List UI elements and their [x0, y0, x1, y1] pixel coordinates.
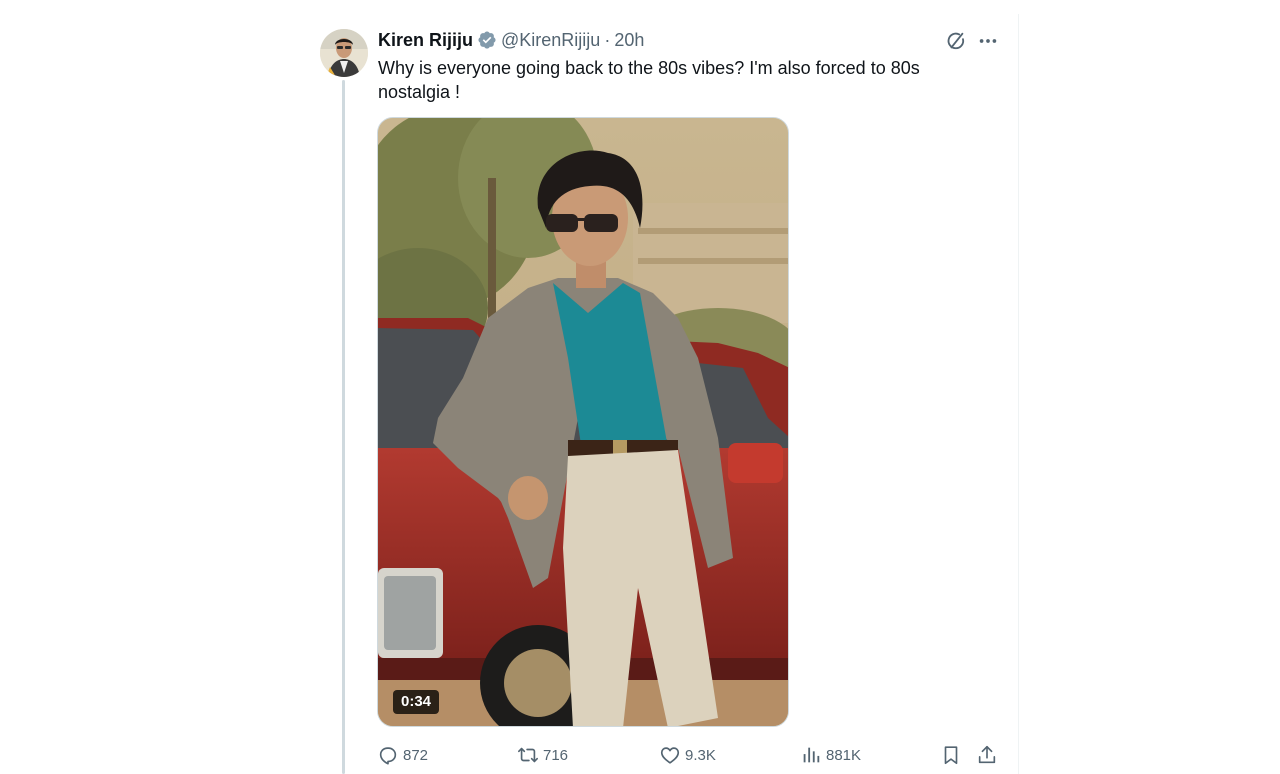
verified-badge-icon[interactable] [477, 30, 497, 50]
tweet-text: Why is everyone going back to the 80s vi… [378, 58, 920, 102]
bookmark-icon [944, 746, 958, 765]
avatar-photo [320, 29, 368, 77]
column-divider [1018, 14, 1019, 774]
video-thumbnail [378, 118, 788, 726]
like-button[interactable]: 9.3K [659, 740, 716, 770]
avatar[interactable] [320, 29, 368, 77]
video-duration: 0:34 [393, 690, 440, 714]
author-handle[interactable]: @KirenRijiju [501, 29, 600, 51]
tweet-actions: 872 716 9.3K 881K [377, 740, 1000, 770]
bookmark-button[interactable] [940, 740, 962, 770]
reply-button[interactable]: 872 [377, 740, 428, 770]
repost-icon [518, 747, 538, 763]
tweet-header: Kiren Rijiju @KirenRijiju · 20h [378, 29, 644, 51]
author-name[interactable]: Kiren Rijiju [378, 29, 473, 51]
reply-icon [379, 747, 397, 765]
separator-dot: · [604, 30, 611, 50]
reply-count: 872 [403, 746, 429, 764]
repost-count: 716 [543, 746, 569, 764]
thread-line [342, 80, 345, 774]
video-player[interactable]: 0:34 [377, 117, 789, 727]
more-icon[interactable] [976, 29, 1000, 53]
timestamp[interactable]: 20h [614, 29, 644, 51]
views-button[interactable]: 881K [800, 740, 861, 770]
like-count: 9.3K [685, 746, 716, 764]
like-icon [660, 747, 680, 764]
views-count: 881K [826, 746, 862, 764]
share-icon [978, 745, 996, 764]
grok-icon[interactable] [944, 29, 968, 53]
views-icon [803, 747, 820, 763]
share-button[interactable] [976, 740, 998, 770]
repost-button[interactable]: 716 [517, 740, 568, 770]
